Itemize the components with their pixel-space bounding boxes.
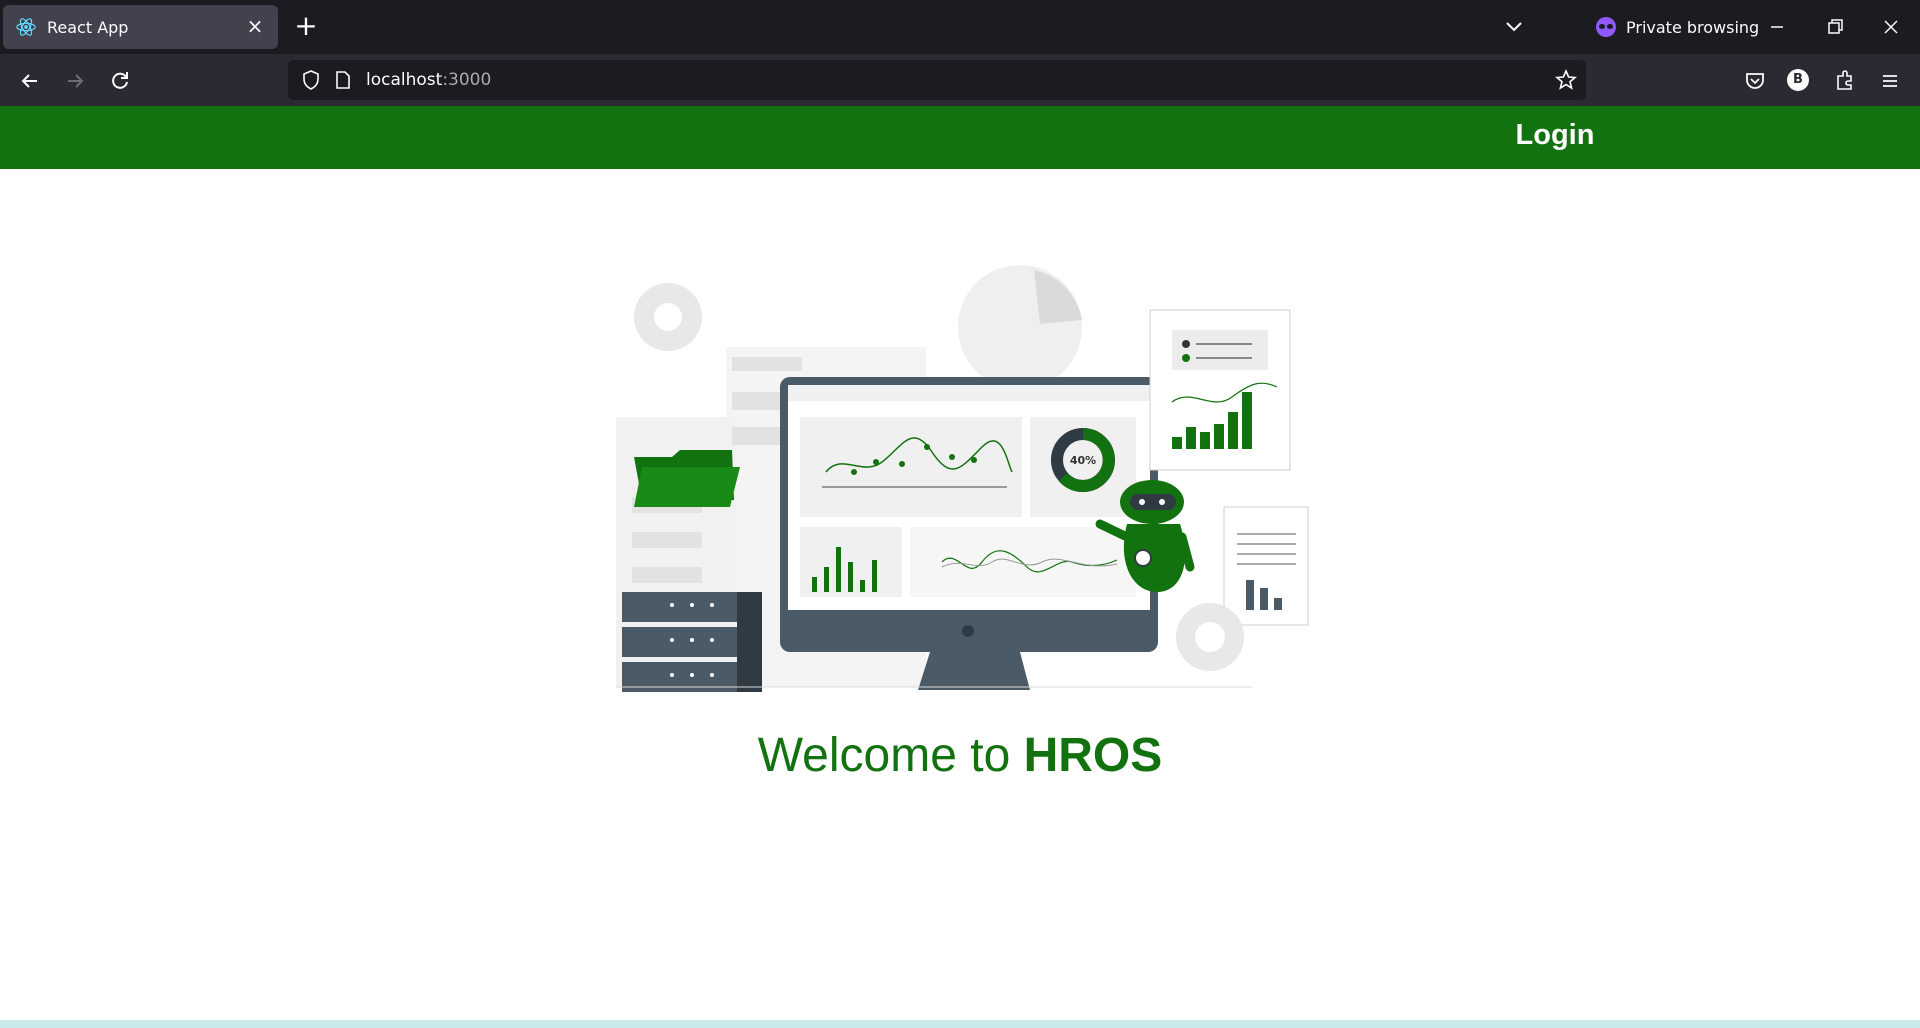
monitor: 40% bbox=[780, 377, 1158, 690]
shield-icon[interactable] bbox=[300, 69, 322, 91]
bottom-strip bbox=[0, 1020, 1920, 1028]
react-logo-icon bbox=[16, 18, 36, 36]
browser-tab[interactable]: React App × bbox=[3, 5, 278, 49]
url-bar[interactable]: localhost:3000 bbox=[288, 60, 1586, 100]
back-icon[interactable] bbox=[15, 66, 45, 96]
menu-icon[interactable] bbox=[1875, 66, 1905, 96]
star-bookmark-icon[interactable] bbox=[1554, 68, 1578, 92]
welcome-prefix: Welcome to bbox=[757, 729, 1024, 782]
report-card bbox=[1149, 309, 1291, 471]
new-tab-icon[interactable]: + bbox=[290, 11, 322, 43]
private-browsing-label: Private browsing bbox=[1626, 17, 1760, 37]
minimize-icon[interactable] bbox=[1762, 12, 1792, 42]
close-window-icon[interactable] bbox=[1876, 12, 1906, 42]
welcome-heading: Welcome to HROS bbox=[0, 728, 1920, 783]
server-stack bbox=[622, 592, 762, 692]
private-mask-icon bbox=[1596, 17, 1616, 37]
browser-nav-bar: localhost:3000 B bbox=[0, 54, 1920, 106]
brand-name: HROS bbox=[1023, 729, 1163, 782]
restore-icon[interactable] bbox=[1820, 12, 1850, 42]
forward-icon[interactable] bbox=[60, 66, 90, 96]
private-browsing-indicator: Private browsing bbox=[1596, 14, 1759, 40]
browser-tab-bar: React App × + Private browsing bbox=[0, 0, 1920, 54]
profile-avatar[interactable]: B bbox=[1787, 69, 1809, 91]
page-icon[interactable] bbox=[332, 69, 354, 91]
close-tab-icon[interactable]: × bbox=[244, 15, 266, 37]
login-link[interactable]: Login bbox=[1500, 119, 1610, 152]
url-text[interactable]: localhost:3000 bbox=[366, 70, 491, 90]
chevron-down-icon[interactable] bbox=[1500, 13, 1528, 41]
tab-title: React App bbox=[47, 17, 129, 37]
app-header: Login bbox=[0, 106, 1920, 169]
donut-label: 40% bbox=[1070, 454, 1096, 467]
extensions-icon[interactable] bbox=[1830, 66, 1860, 96]
document-card bbox=[1223, 506, 1309, 626]
pocket-icon[interactable] bbox=[1740, 66, 1770, 96]
pie-decoration bbox=[958, 265, 1082, 389]
reload-icon[interactable] bbox=[105, 66, 135, 96]
hero-illustration: 40% bbox=[616, 265, 1309, 692]
